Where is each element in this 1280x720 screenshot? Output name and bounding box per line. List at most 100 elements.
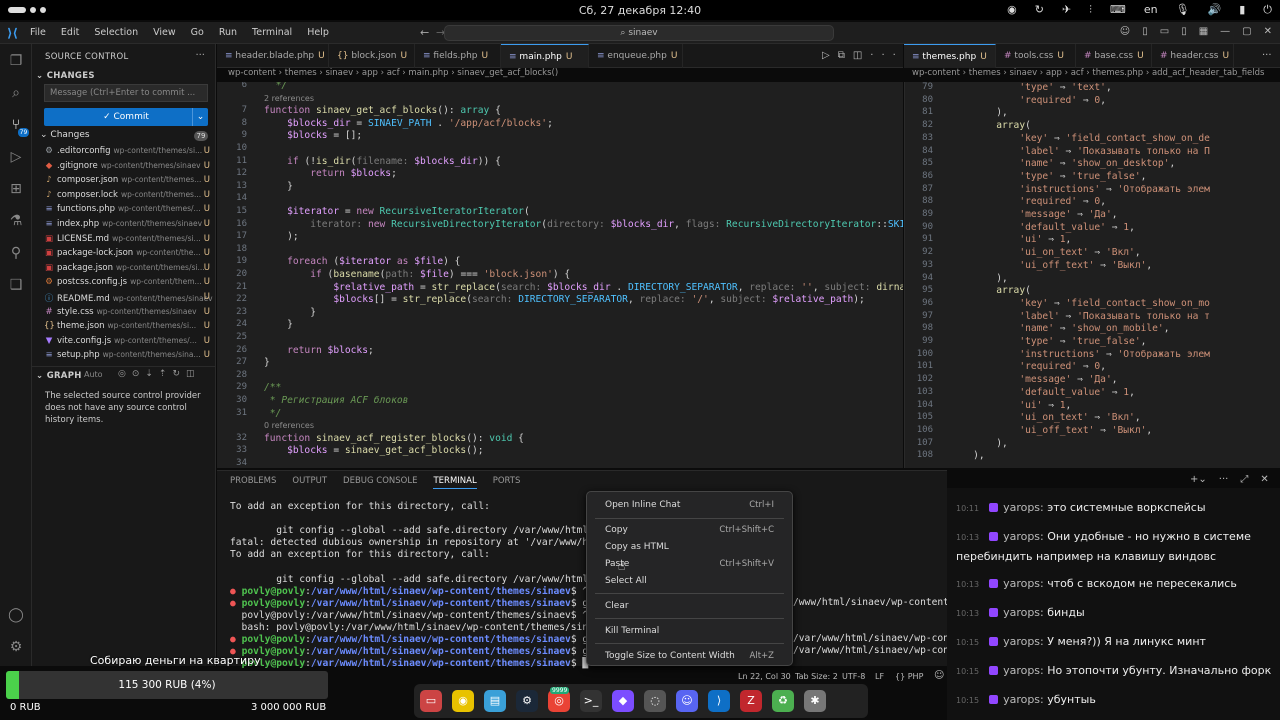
browser-icon[interactable]: ◌: [644, 690, 666, 712]
menu-selection[interactable]: Selection: [94, 27, 138, 38]
code-line[interactable]: function sinaev_acf_register_blocks(): v…: [264, 433, 524, 444]
menu-terminal[interactable]: Terminal: [252, 27, 292, 38]
code-line[interactable]: ),: [950, 450, 985, 461]
vscode-icon[interactable]: ⟩: [708, 690, 730, 712]
code-line[interactable]: 2 references: [264, 93, 314, 104]
code-line[interactable]: 'required' ⇒ 0,: [950, 196, 1106, 207]
code-line[interactable]: $iterator = new RecursiveIteratorIterato…: [264, 206, 530, 217]
changed-file-item[interactable]: ≡ index.php wp-content/themes/sinaev U: [44, 219, 214, 233]
toggle-secondary-sidebar-icon[interactable]: ▯: [1181, 26, 1187, 37]
code-line[interactable]: 'required' ⇒ 0,: [950, 361, 1106, 372]
editor-tab[interactable]: ≡ main.php U: [501, 44, 589, 68]
code-line[interactable]: $blocks[] = str_replace(search: DIRECTOR…: [264, 294, 865, 305]
power-icon[interactable]: ⏻: [1263, 3, 1272, 17]
docker-icon[interactable]: ❑: [7, 276, 25, 294]
panel-tab-terminal[interactable]: TERMINAL: [433, 476, 477, 489]
code-line[interactable]: ),: [950, 438, 1008, 449]
context-menu-toggle-size-to-content-width[interactable]: Toggle Size to Content Width Alt+Z: [605, 651, 774, 665]
changed-file-item[interactable]: ♪ composer.lock wp-content/themes... U: [44, 190, 214, 204]
context-menu-paste[interactable]: Paste Ctrl+Shift+V: [605, 559, 774, 573]
code-line[interactable]: );: [264, 231, 299, 242]
code-line[interactable]: $blocks = [];: [264, 130, 362, 141]
changed-file-item[interactable]: ▣ package-lock.json wp-content/the... U: [44, 248, 214, 262]
code-line[interactable]: 'name' ⇒ 'show_on_mobile',: [950, 323, 1169, 334]
code-line[interactable]: function sinaev_get_acf_blocks(): array …: [264, 105, 501, 116]
status-tabsize[interactable]: Tab Size: 2: [795, 672, 838, 681]
menu-edit[interactable]: Edit: [61, 27, 79, 38]
code-line[interactable]: if (basename(path: $file) === 'block.jso…: [264, 269, 570, 280]
code-line[interactable]: 'instructions' ⇒ 'Отображать элем: [950, 184, 1210, 195]
panel-more-icon[interactable]: ···: [1219, 474, 1229, 485]
code-line[interactable]: 'type' ⇒ 'true_false',: [950, 336, 1146, 347]
telegram-icon[interactable]: ✈: [1062, 3, 1071, 17]
code-line[interactable]: 'message' ⇒ 'Да',: [950, 209, 1117, 220]
remote-icon[interactable]: ⚲: [7, 244, 25, 262]
editor-tab[interactable]: # header.css U: [1152, 44, 1234, 68]
new-terminal-icon[interactable]: +⌄: [1190, 474, 1207, 485]
code-line[interactable]: 'key' ⇒ 'field_contact_show_on_de: [950, 133, 1210, 144]
code-line[interactable]: 'label' ⇒ 'Показывать только на П: [950, 146, 1210, 157]
panel-tab-ports[interactable]: PORTS: [493, 476, 521, 489]
editor-tab[interactable]: ≡ fields.php U: [415, 44, 501, 68]
filezilla-icon[interactable]: Z: [740, 690, 762, 712]
code-line[interactable]: 'required' ⇒ 0,: [950, 95, 1106, 106]
toggle-sidebar-icon[interactable]: ▯: [1142, 26, 1148, 37]
changed-file-item[interactable]: ▼ vite.config.js wp-content/themes/... U: [44, 336, 214, 350]
editor-tab[interactable]: # base.css U: [1076, 44, 1152, 68]
code-editor-themes[interactable]: 79 'type' ⇒ 'text', 80 'required' ⇒ 0, 81 …: [904, 82, 1280, 468]
changed-file-item[interactable]: ▣ package.json wp-content/themes/si... U: [44, 263, 214, 277]
editor-tab[interactable]: ≡ themes.php U: [904, 44, 996, 68]
editor-tab[interactable]: {} block.json U: [329, 44, 415, 68]
menu-view[interactable]: View: [153, 27, 176, 38]
code-line[interactable]: return $blocks;: [264, 345, 374, 356]
code-line[interactable]: ),: [950, 273, 1008, 284]
search-icon[interactable]: ⌕: [7, 84, 25, 102]
run-debug-icon[interactable]: ▷: [7, 148, 25, 166]
close-panel-icon[interactable]: ✕: [1260, 474, 1268, 485]
changed-file-item[interactable]: ◆ .gitignore wp-content/themes/sinaev U: [44, 161, 214, 175]
code-line[interactable]: return $blocks;: [264, 168, 397, 179]
code-line[interactable]: 'instructions' ⇒ 'Отображать элем: [950, 349, 1210, 360]
microphone-icon[interactable]: 🎙: [1176, 3, 1190, 17]
changes-group[interactable]: ⌄ Changes: [40, 130, 90, 140]
battery-icon[interactable]: ▮: [1239, 3, 1245, 17]
panel-tab-output[interactable]: OUTPUT: [292, 476, 327, 489]
minimize-icon[interactable]: —: [1220, 26, 1230, 37]
code-line[interactable]: 'message' ⇒ 'Да',: [950, 374, 1117, 385]
graph-auto[interactable]: Auto: [84, 370, 103, 379]
code-line[interactable]: * Регистрация ACF блоков: [264, 395, 409, 406]
editor-tab[interactable]: ≡ enqueue.php U: [589, 44, 683, 68]
editor-actions[interactable]: ▷⧉◫···: [822, 50, 904, 61]
context-menu-kill-terminal[interactable]: Kill Terminal: [605, 626, 774, 640]
code-line[interactable]: 'ui_off_text' ⇒ 'Выкл',: [950, 260, 1152, 271]
code-line[interactable]: foreach ($iterator as $file) {: [264, 256, 460, 267]
rhythmbox-icon[interactable]: ◉: [452, 690, 474, 712]
keyboard-icon[interactable]: ⌨: [1110, 3, 1126, 17]
explorer-icon[interactable]: ❐: [7, 52, 25, 70]
code-line[interactable]: 'default_value' ⇒ 1,: [950, 387, 1135, 398]
steam-icon[interactable]: ⚙: [516, 690, 538, 712]
editor-tab[interactable]: # tools.css U: [996, 44, 1076, 68]
changed-file-item[interactable]: ♪ composer.json wp-content/themes... U: [44, 175, 214, 189]
code-line[interactable]: 'ui_on_text' ⇒ 'Вкл',: [950, 412, 1140, 423]
code-line[interactable]: 'key' ⇒ 'field_contact_show_on_mo: [950, 298, 1210, 309]
extensions-icon[interactable]: ⊞: [7, 180, 25, 198]
code-line[interactable]: $relative_path = str_replace(search: $bl…: [264, 282, 903, 293]
maximize-icon[interactable]: ▢: [1242, 26, 1251, 37]
panel-tab-debug-console[interactable]: DEBUG CONSOLE: [343, 476, 417, 489]
menu-run[interactable]: Run: [219, 27, 237, 38]
graph-toolbar-icons[interactable]: ◎⊙⇣⇡↻◫: [118, 369, 201, 379]
settings-icon[interactable]: ✱: [804, 690, 826, 712]
changed-file-item[interactable]: ⚙ postcss.config.js wp-content/them... U: [44, 277, 214, 291]
back-arrow-icon[interactable]: ←: [420, 26, 429, 39]
commit-button[interactable]: ✓ Commit ⌄: [44, 108, 208, 126]
command-center-search[interactable]: ⌕ sinaev: [444, 25, 834, 41]
code-line[interactable]: ),: [950, 107, 1008, 118]
notes-icon[interactable]: ▤: [484, 690, 506, 712]
context-menu-select-all[interactable]: Select All: [605, 576, 774, 590]
code-line[interactable]: }: [264, 319, 293, 330]
breadcrumb-right[interactable]: wp-content › themes › sinaev › app › acf…: [912, 68, 1280, 82]
code-line[interactable]: 'type' ⇒ 'true_false',: [950, 171, 1146, 182]
code-line[interactable]: }: [264, 357, 270, 368]
changed-file-item[interactable]: {} theme.json wp-content/themes/si... U: [44, 321, 214, 335]
